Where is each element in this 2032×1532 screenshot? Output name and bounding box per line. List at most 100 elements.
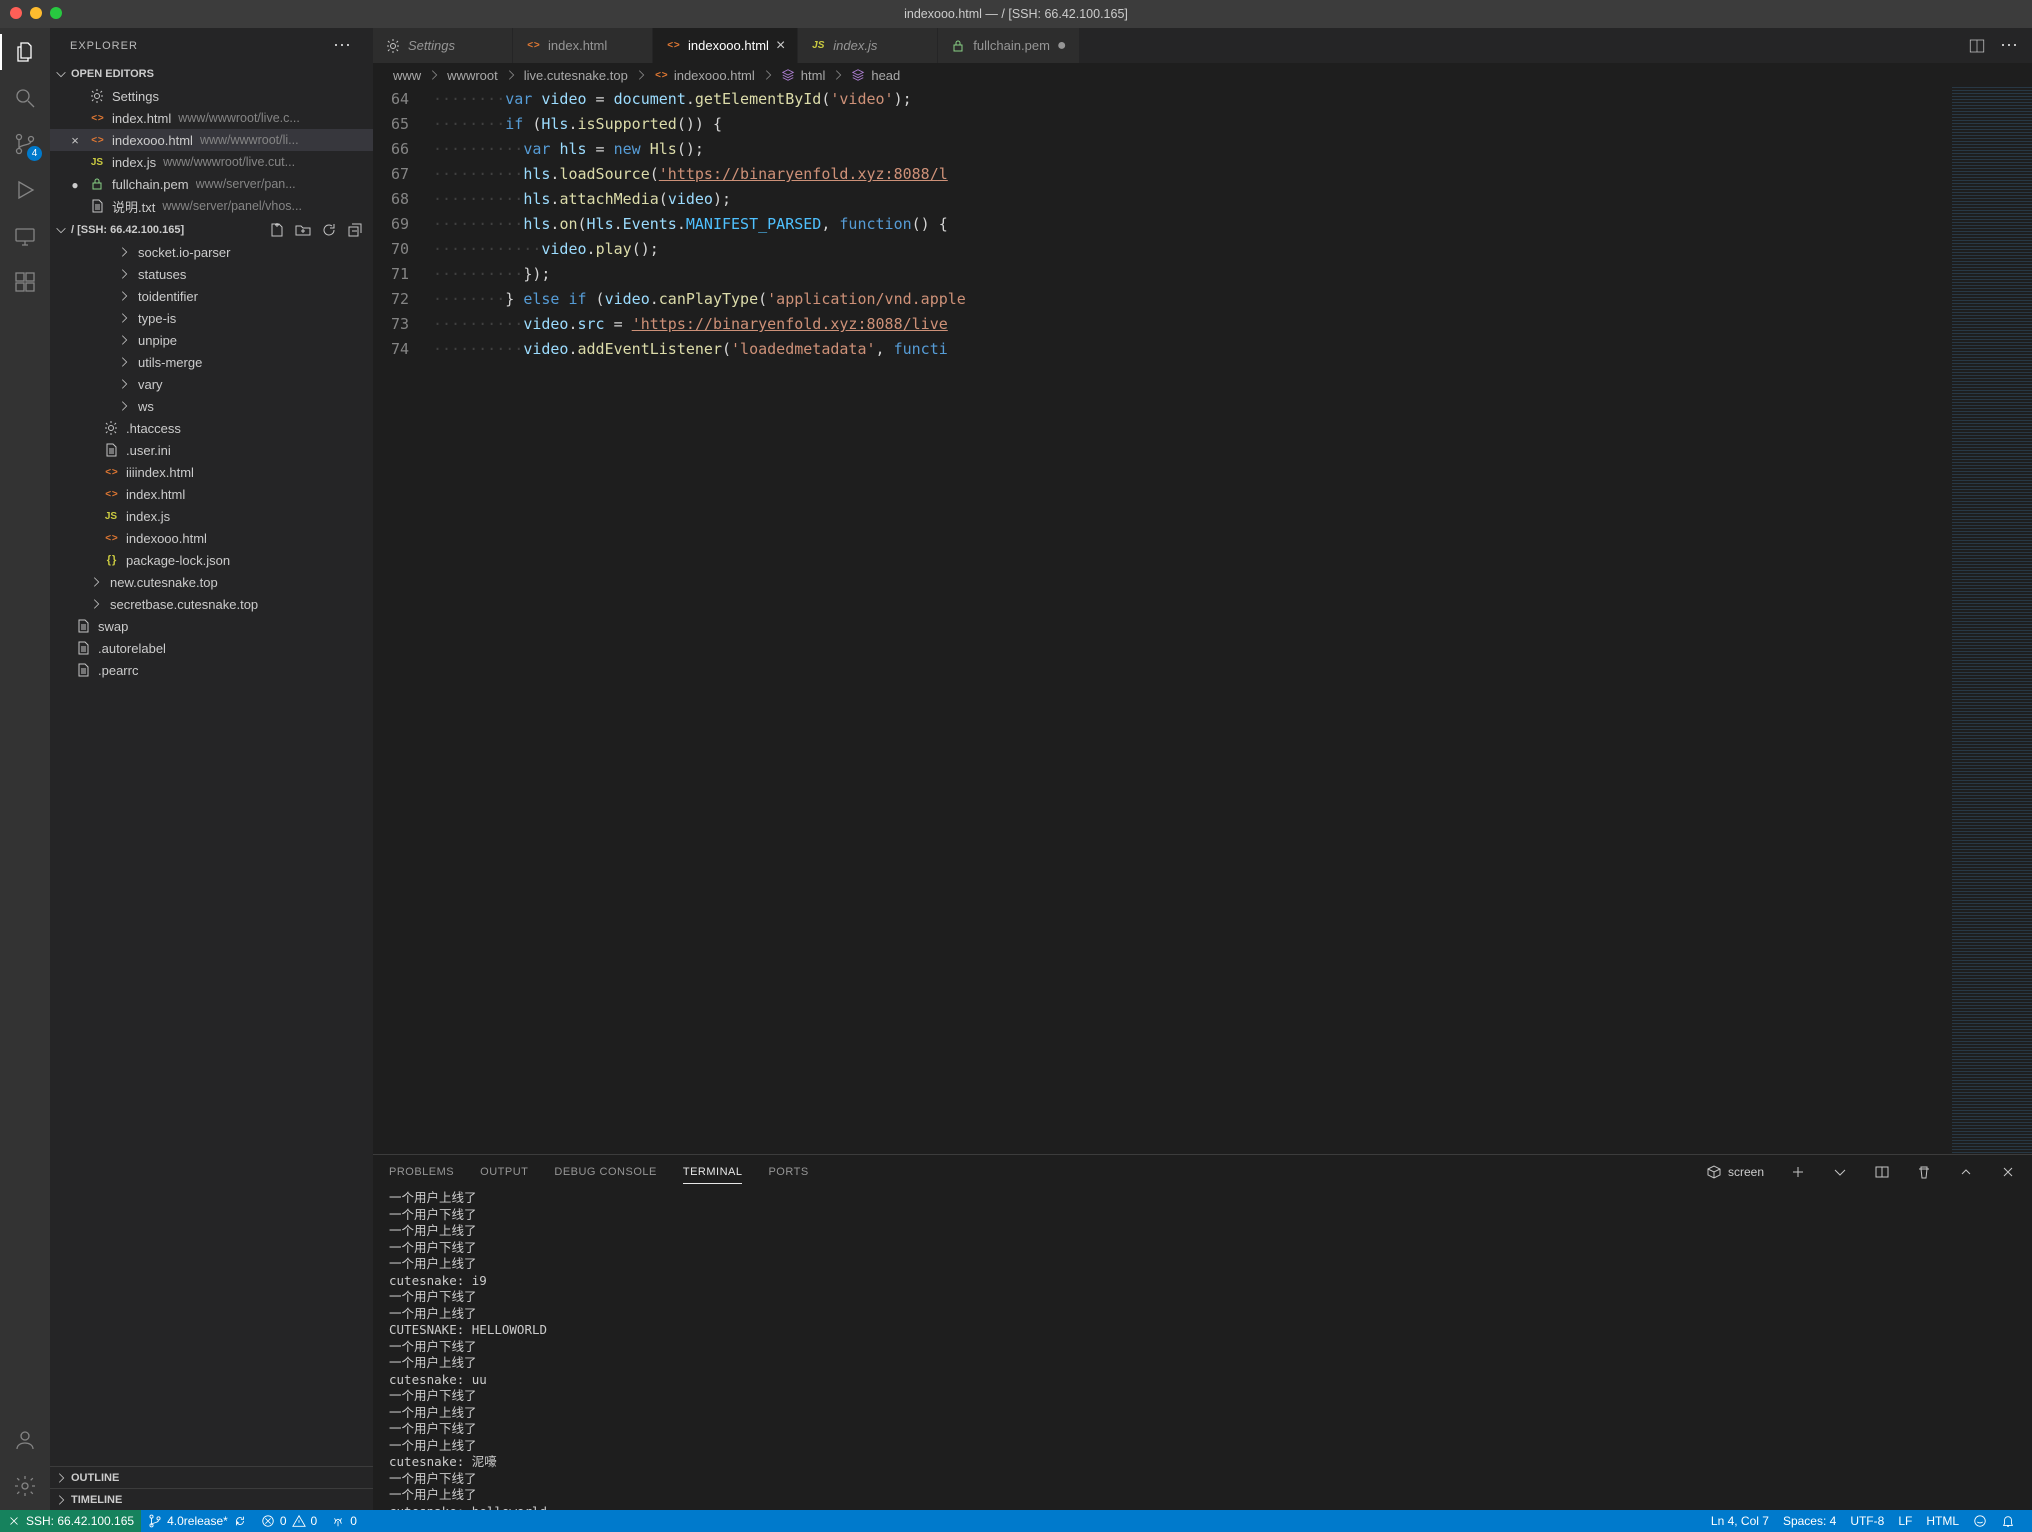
open-editor-item[interactable]: Settings bbox=[50, 85, 373, 107]
status-eol[interactable]: LF bbox=[1891, 1510, 1919, 1532]
scm-tab[interactable]: 4 bbox=[11, 130, 39, 158]
tree-item[interactable]: .autorelabel bbox=[50, 637, 373, 659]
tree-item[interactable]: .user.ini bbox=[50, 439, 373, 461]
folder-header[interactable]: / [SSH: 66.42.100.165] bbox=[50, 219, 373, 241]
tree-item[interactable]: indexooo.html bbox=[50, 527, 373, 549]
tree-item[interactable]: iiiindex.html bbox=[50, 461, 373, 483]
terminal-output[interactable]: 一个用户上线了 一个用户下线了 一个用户上线了 一个用户下线了 一个用户上线了 … bbox=[373, 1188, 2032, 1510]
json-file-icon bbox=[103, 552, 119, 568]
window-minimize-button[interactable] bbox=[30, 7, 42, 19]
line-number: 66 bbox=[373, 137, 433, 162]
close-editor-icon[interactable]: × bbox=[68, 133, 82, 148]
breadcrumb-item[interactable]: live.cutesnake.top bbox=[524, 68, 628, 83]
chevron-right-icon bbox=[117, 355, 131, 369]
radio-tower-icon bbox=[331, 1514, 345, 1528]
timeline-header[interactable]: TIMELINE bbox=[50, 1488, 373, 1510]
tree-item[interactable]: package-lock.json bbox=[50, 549, 373, 571]
open-editors-header[interactable]: OPEN EDITORS bbox=[50, 63, 373, 85]
chevron-right-icon bbox=[89, 597, 103, 611]
tab-close-icon[interactable]: ● bbox=[1057, 37, 1067, 55]
panel-tab[interactable]: TERMINAL bbox=[683, 1166, 743, 1184]
new-terminal-icon[interactable] bbox=[1790, 1164, 1806, 1180]
gear-icon bbox=[385, 38, 401, 54]
close-editor-icon[interactable] bbox=[68, 177, 82, 192]
open-editor-item[interactable]: 说明.txtwww/server/panel/vhos... bbox=[50, 195, 373, 217]
open-editor-item[interactable]: fullchain.pemwww/server/pan... bbox=[50, 173, 373, 195]
status-problems[interactable]: 0 0 bbox=[254, 1510, 324, 1532]
editor-tab[interactable]: index.html× bbox=[513, 28, 653, 63]
status-encoding[interactable]: UTF-8 bbox=[1843, 1510, 1891, 1532]
tree-item[interactable]: .pearrc bbox=[50, 659, 373, 681]
remote-explorer-tab[interactable] bbox=[11, 222, 39, 250]
minimap[interactable] bbox=[1952, 87, 2032, 1154]
new-file-icon[interactable] bbox=[269, 222, 285, 238]
lock-icon bbox=[950, 38, 966, 54]
search-tab[interactable] bbox=[11, 84, 39, 112]
breadcrumb-item[interactable]: www bbox=[393, 68, 421, 83]
collapse-all-icon[interactable] bbox=[347, 222, 363, 238]
split-editor-icon[interactable] bbox=[1968, 37, 1986, 55]
accounts-button[interactable] bbox=[11, 1426, 39, 1454]
tree-item[interactable]: vary bbox=[50, 373, 373, 395]
panel-tab[interactable]: PORTS bbox=[768, 1166, 808, 1178]
tree-item[interactable]: index.html bbox=[50, 483, 373, 505]
explorer-tab[interactable] bbox=[11, 38, 39, 66]
close-panel-icon[interactable] bbox=[2000, 1164, 2016, 1180]
status-cursor[interactable]: Ln 4, Col 7 bbox=[1704, 1510, 1776, 1532]
maximize-panel-icon[interactable] bbox=[1958, 1164, 1974, 1180]
panel-tab[interactable]: OUTPUT bbox=[480, 1166, 528, 1178]
tree-item[interactable]: socket.io-parser bbox=[50, 241, 373, 263]
panel-tab[interactable]: PROBLEMS bbox=[389, 1166, 454, 1178]
tree-item[interactable]: toidentifier bbox=[50, 285, 373, 307]
editor-tab[interactable]: indexooo.html× bbox=[653, 28, 798, 63]
status-branch[interactable]: 4.0release* bbox=[141, 1510, 254, 1532]
window-maximize-button[interactable] bbox=[50, 7, 62, 19]
breadcrumb-item[interactable]: head bbox=[871, 68, 900, 83]
open-editor-item[interactable]: index.htmlwww/wwwroot/live.c... bbox=[50, 107, 373, 129]
sidebar-more-button[interactable]: ⋯ bbox=[333, 35, 353, 56]
extensions-tab[interactable] bbox=[11, 268, 39, 296]
kill-terminal-icon[interactable] bbox=[1916, 1164, 1932, 1180]
html-file-icon bbox=[103, 464, 119, 480]
status-bell[interactable] bbox=[1994, 1510, 2022, 1532]
open-editor-item[interactable]: index.jswww/wwwroot/live.cut... bbox=[50, 151, 373, 173]
open-editor-item[interactable]: ×indexooo.htmlwww/wwwroot/li... bbox=[50, 129, 373, 151]
panel-tab[interactable]: DEBUG CONSOLE bbox=[554, 1166, 656, 1178]
run-debug-tab[interactable] bbox=[11, 176, 39, 204]
tab-close-icon[interactable]: × bbox=[776, 37, 785, 55]
editor-tab[interactable]: index.js× bbox=[798, 28, 938, 63]
refresh-icon[interactable] bbox=[321, 222, 337, 238]
window-close-button[interactable] bbox=[10, 7, 22, 19]
tree-item[interactable]: index.js bbox=[50, 505, 373, 527]
editor-more-button[interactable]: ⋯ bbox=[2000, 35, 2020, 56]
breadcrumb-item[interactable]: html bbox=[801, 68, 826, 83]
code-editor[interactable]: 64········var video = document.getElemen… bbox=[373, 87, 1952, 1154]
chevron-right-icon bbox=[117, 399, 131, 413]
settings-button[interactable] bbox=[11, 1472, 39, 1500]
editor-tab[interactable]: Settings× bbox=[373, 28, 513, 63]
tree-item[interactable]: type-is bbox=[50, 307, 373, 329]
tree-item[interactable]: .htaccess bbox=[50, 417, 373, 439]
breadcrumb[interactable]: www wwwroot live.cutesnake.top indexooo.htm… bbox=[373, 63, 2032, 87]
new-folder-icon[interactable] bbox=[295, 222, 311, 238]
terminal-picker[interactable]: screen bbox=[1706, 1164, 1764, 1180]
status-feedback[interactable] bbox=[1966, 1510, 1994, 1532]
tree-item[interactable]: ws bbox=[50, 395, 373, 417]
tree-item[interactable]: secretbase.cutesnake.top bbox=[50, 593, 373, 615]
titlebar: indexooo.html — / [SSH: 66.42.100.165] bbox=[0, 0, 2032, 28]
status-remote[interactable]: SSH: 66.42.100.165 bbox=[0, 1510, 141, 1532]
breadcrumb-item[interactable]: indexooo.html bbox=[674, 68, 755, 83]
tree-item[interactable]: statuses bbox=[50, 263, 373, 285]
breadcrumb-item[interactable]: wwwroot bbox=[447, 68, 498, 83]
tree-item[interactable]: utils-merge bbox=[50, 351, 373, 373]
terminal-dropdown-icon[interactable] bbox=[1832, 1164, 1848, 1180]
status-indent[interactable]: Spaces: 4 bbox=[1776, 1510, 1843, 1532]
tree-item[interactable]: unpipe bbox=[50, 329, 373, 351]
tree-item[interactable]: new.cutesnake.top bbox=[50, 571, 373, 593]
outline-header[interactable]: OUTLINE bbox=[50, 1466, 373, 1488]
split-terminal-icon[interactable] bbox=[1874, 1164, 1890, 1180]
status-language[interactable]: HTML bbox=[1919, 1510, 1966, 1532]
tree-item[interactable]: swap bbox=[50, 615, 373, 637]
editor-tab[interactable]: fullchain.pem● bbox=[938, 28, 1079, 63]
status-ports[interactable]: 0 bbox=[324, 1510, 364, 1532]
